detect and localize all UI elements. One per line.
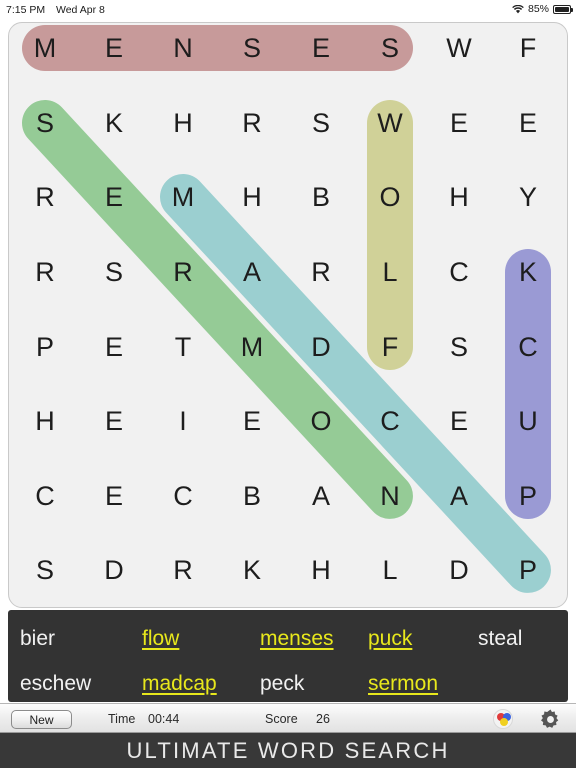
word-list-item-steal[interactable]: steal xyxy=(478,627,522,651)
word-search-app: 7:15 PM Wed Apr 8 85% MENSESWFSKHRSWEERE… xyxy=(0,0,576,768)
gear-icon[interactable] xyxy=(539,708,562,731)
grid-cell-r4c4[interactable]: A xyxy=(229,249,275,295)
grid-cell-r6c5[interactable]: O xyxy=(298,398,344,444)
grid-cell-r1c2[interactable]: E xyxy=(91,25,137,71)
grid-cell-r5c3[interactable]: T xyxy=(160,324,206,370)
grid-cell-r1c7[interactable]: W xyxy=(436,25,482,71)
word-list-item-sermon[interactable]: sermon xyxy=(368,672,438,696)
grid-cell-r7c4[interactable]: B xyxy=(229,473,275,519)
grid-cell-r7c6[interactable]: N xyxy=(367,473,413,519)
word-list-item-flow[interactable]: flow xyxy=(142,627,179,651)
grid-cell-r3c1[interactable]: R xyxy=(22,174,68,220)
grid-cell-r4c7[interactable]: C xyxy=(436,249,482,295)
grid-cell-r6c4[interactable]: E xyxy=(229,398,275,444)
grid-cell-r1c8[interactable]: F xyxy=(505,25,551,71)
color-wheel-icon[interactable] xyxy=(493,709,513,729)
letter-grid-panel[interactable]: MENSESWFSKHRSWEEREMHBOHYRSRARLCKPETMDFSC… xyxy=(8,22,568,608)
grid-cell-r7c1[interactable]: C xyxy=(22,473,68,519)
grid-cell-r5c5[interactable]: D xyxy=(298,324,344,370)
grid-cell-r1c4[interactable]: S xyxy=(229,25,275,71)
battery-percent: 85% xyxy=(527,3,549,15)
grid-cell-r4c2[interactable]: S xyxy=(91,249,137,295)
word-list-item-eschew[interactable]: eschew xyxy=(20,672,91,696)
grid-cell-r7c5[interactable]: A xyxy=(298,473,344,519)
grid-cell-r6c7[interactable]: E xyxy=(436,398,482,444)
grid-cell-r2c5[interactable]: S xyxy=(298,100,344,146)
grid-cell-r3c5[interactable]: B xyxy=(298,174,344,220)
status-date: Wed Apr 8 xyxy=(56,4,105,16)
letter-layer: MENSESWFSKHRSWEEREMHBOHYRSRARLCKPETMDFSC… xyxy=(9,23,567,607)
grid-cell-r7c8[interactable]: P xyxy=(505,473,551,519)
app-title: ULTIMATE WORD SEARCH xyxy=(126,737,450,763)
grid-cell-r1c5[interactable]: E xyxy=(298,25,344,71)
grid-cell-r4c5[interactable]: R xyxy=(298,249,344,295)
grid-cell-r1c1[interactable]: M xyxy=(22,25,68,71)
grid-cell-r1c6[interactable]: S xyxy=(367,25,413,71)
grid-cell-r2c6[interactable]: W xyxy=(367,100,413,146)
grid-cell-r1c3[interactable]: N xyxy=(160,25,206,71)
word-list-row: eschew madcap peck sermon xyxy=(20,661,556,706)
app-footer: ULTIMATE WORD SEARCH xyxy=(0,733,576,768)
word-list-item-puck[interactable]: puck xyxy=(368,627,412,651)
word-list: bier flow menses puck steal eschew madcap peck s… xyxy=(8,610,568,702)
grid-cell-r2c8[interactable]: E xyxy=(505,100,551,146)
grid-cell-r5c6[interactable]: F xyxy=(367,324,413,370)
grid-cell-r5c7[interactable]: S xyxy=(436,324,482,370)
grid-cell-r3c7[interactable]: H xyxy=(436,174,482,220)
grid-cell-r4c6[interactable]: L xyxy=(367,249,413,295)
grid-cell-r5c4[interactable]: M xyxy=(229,324,275,370)
grid-cell-r5c2[interactable]: E xyxy=(91,324,137,370)
grid-cell-r8c6[interactable]: L xyxy=(367,547,413,593)
grid-cell-r7c7[interactable]: A xyxy=(436,473,482,519)
score-label: Score xyxy=(265,712,298,726)
grid-cell-r6c6[interactable]: C xyxy=(367,398,413,444)
word-list-item-menses[interactable]: menses xyxy=(260,627,334,651)
score-value: 26 xyxy=(316,712,330,726)
grid-cell-r5c1[interactable]: P xyxy=(22,324,68,370)
grid-cell-r6c2[interactable]: E xyxy=(91,398,137,444)
grid-cell-r7c3[interactable]: C xyxy=(160,473,206,519)
status-right-cluster: 85% xyxy=(512,3,573,15)
grid-cell-r2c1[interactable]: S xyxy=(22,100,68,146)
grid-cell-r2c3[interactable]: H xyxy=(160,100,206,146)
grid-cell-r3c6[interactable]: O xyxy=(367,174,413,220)
bottom-toolbar: New Time 00:44 Score 26 xyxy=(0,703,576,733)
grid-cell-r5c8[interactable]: C xyxy=(505,324,551,370)
grid-cell-r3c8[interactable]: Y xyxy=(505,174,551,220)
word-list-row: bier flow menses puck steal xyxy=(20,616,556,661)
grid-cell-r8c2[interactable]: D xyxy=(91,547,137,593)
wifi-icon xyxy=(512,4,524,14)
grid-cell-r2c4[interactable]: R xyxy=(229,100,275,146)
grid-cell-r3c3[interactable]: M xyxy=(160,174,206,220)
grid-cell-r6c8[interactable]: U xyxy=(505,398,551,444)
new-game-button[interactable]: New xyxy=(11,710,72,729)
word-list-item-peck[interactable]: peck xyxy=(260,672,304,696)
grid-cell-r2c7[interactable]: E xyxy=(436,100,482,146)
grid-cell-r7c2[interactable]: E xyxy=(91,473,137,519)
time-value: 00:44 xyxy=(148,712,180,726)
battery-icon xyxy=(553,4,573,14)
grid-cell-r3c2[interactable]: E xyxy=(91,174,137,220)
time-label: Time xyxy=(108,712,136,726)
grid-cell-r4c1[interactable]: R xyxy=(22,249,68,295)
grid-cell-r8c4[interactable]: K xyxy=(229,547,275,593)
grid-cell-r2c2[interactable]: K xyxy=(91,100,137,146)
grid-cell-r8c1[interactable]: S xyxy=(22,547,68,593)
grid-cell-r3c4[interactable]: H xyxy=(229,174,275,220)
word-list-item-madcap[interactable]: madcap xyxy=(142,672,217,696)
grid-cell-r4c8[interactable]: K xyxy=(505,249,551,295)
grid-cell-r8c8[interactable]: P xyxy=(505,547,551,593)
grid-cell-r4c3[interactable]: R xyxy=(160,249,206,295)
word-list-item-bier[interactable]: bier xyxy=(20,627,55,651)
status-bar: 7:15 PM Wed Apr 8 85% xyxy=(0,0,576,20)
grid-cell-r6c3[interactable]: I xyxy=(160,398,206,444)
grid-cell-r8c7[interactable]: D xyxy=(436,547,482,593)
status-time: 7:15 PM xyxy=(6,4,46,16)
grid-cell-r6c1[interactable]: H xyxy=(22,398,68,444)
grid-cell-r8c5[interactable]: H xyxy=(298,547,344,593)
grid-cell-r8c3[interactable]: R xyxy=(160,547,206,593)
